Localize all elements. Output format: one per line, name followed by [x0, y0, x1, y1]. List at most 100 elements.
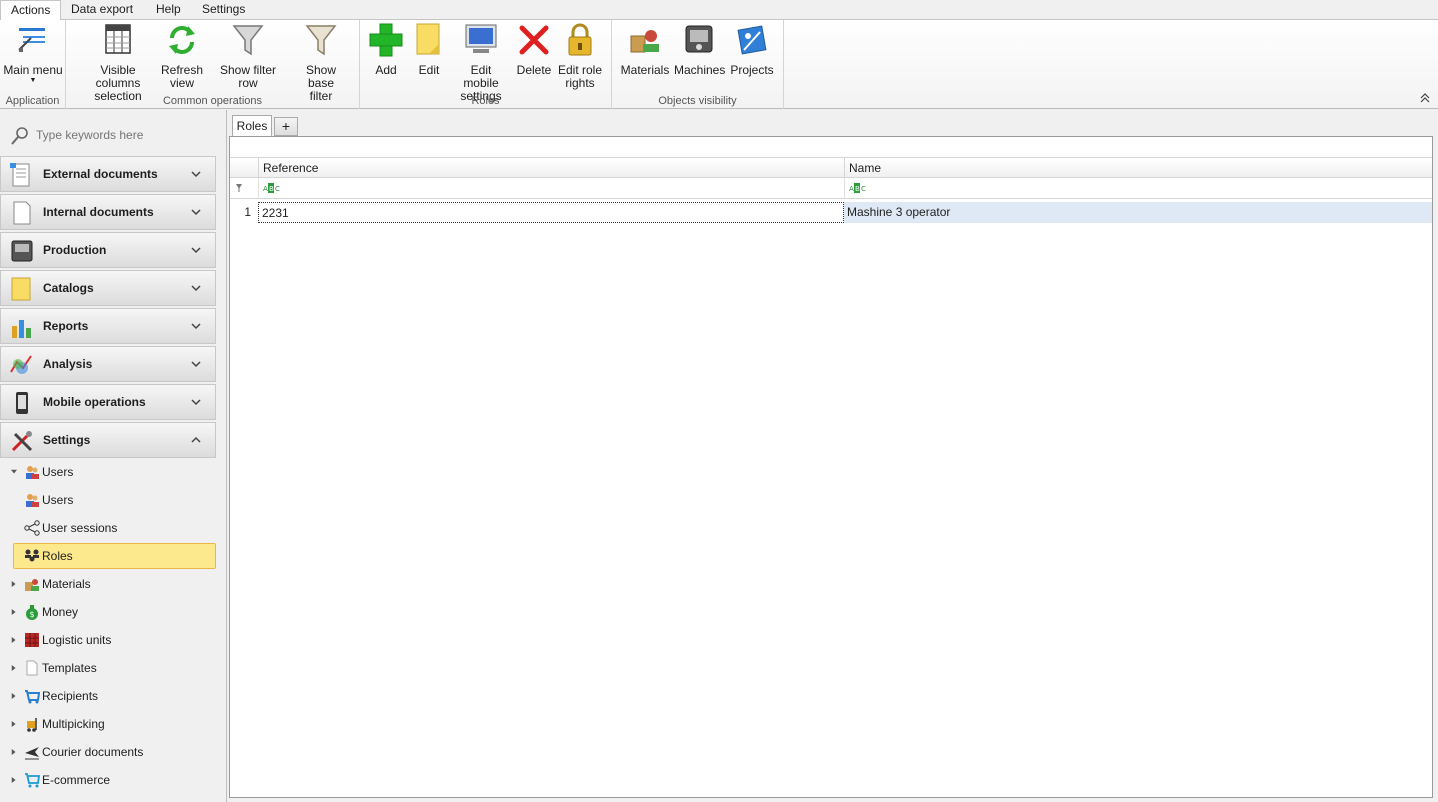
column-header-name[interactable]: Name	[844, 158, 1432, 178]
tree-item-materials[interactable]: Materials	[0, 571, 216, 597]
tree-item-e-commerce[interactable]: E-commerce	[0, 767, 216, 793]
visible-columns-label-line1: Visible columns	[95, 63, 141, 90]
table-columns-icon	[105, 24, 131, 54]
collapsed-arrow-icon[interactable]	[11, 748, 17, 756]
edit-mobile-settings-button[interactable]: Edit mobile settings	[452, 22, 510, 103]
machines-button[interactable]: Machines	[674, 22, 726, 77]
visible-columns-selection-button[interactable]: Visible columns selection	[80, 22, 156, 103]
projects-button[interactable]: Projects	[728, 22, 776, 77]
cell-name[interactable]: Mashine 3 operator	[844, 202, 1432, 223]
tree-item-label: Users	[42, 493, 74, 507]
tree-item-logistic-units[interactable]: Logistic units	[0, 627, 216, 653]
show-base-filter-button[interactable]: Show base filter	[292, 22, 350, 103]
tree-item-label: Users	[42, 465, 74, 479]
add-button[interactable]: Add	[366, 22, 406, 77]
tab-roles[interactable]: Roles	[232, 115, 272, 137]
svg-text:$: $	[29, 610, 34, 619]
collapsed-arrow-icon[interactable]	[11, 776, 17, 784]
collapsed-arrow-icon[interactable]	[11, 720, 17, 728]
nav-section-mobile-operations[interactable]: Mobile operations	[0, 384, 216, 420]
sidebar: External documents Internal documents Pr…	[0, 110, 227, 802]
base-filter-icon	[305, 25, 337, 56]
show-filter-row-button[interactable]: Show filter row	[210, 22, 286, 90]
collapsed-arrow-icon[interactable]	[11, 636, 17, 644]
table-row[interactable]: 1 2231 Mashine 3 operator	[230, 202, 1432, 223]
tree-item-users[interactable]: Users	[0, 487, 216, 513]
delete-label: Delete	[516, 63, 552, 77]
tree-item-label: User sessions	[42, 521, 118, 535]
tab-settings[interactable]: Settings	[192, 0, 255, 20]
ribbon-group-application: Main menu ▼ Application	[0, 20, 66, 109]
refresh-view-button[interactable]: Refresh view	[160, 22, 204, 90]
collapse-ribbon-icon[interactable]	[1420, 93, 1430, 103]
tree-item-roles[interactable]: Roles	[13, 543, 216, 569]
settings-icon	[11, 431, 33, 452]
tree-item-user-sessions[interactable]: User sessions	[0, 515, 216, 541]
ribbon-group-label: Application	[5, 95, 60, 107]
tree-item-users-group[interactable]: Users	[0, 459, 216, 485]
collapsed-arrow-icon[interactable]	[11, 692, 17, 700]
tree-item-label: Multipicking	[42, 717, 105, 731]
nav-section-reports[interactable]: Reports	[0, 308, 216, 344]
ribbon: Main menu ▼ Application Visible columns …	[0, 20, 1438, 109]
main-menu-button[interactable]: Main menu ▼	[2, 22, 64, 85]
chevron-down-icon	[191, 361, 201, 368]
edit-role-rights-button[interactable]: Edit role rights	[556, 22, 604, 90]
collapsed-arrow-icon[interactable]	[11, 608, 17, 616]
tree-item-label: Templates	[42, 661, 97, 675]
template-document-icon	[26, 660, 38, 676]
column-header-reference[interactable]: Reference	[258, 158, 844, 178]
roles-grid: Reference Name A B C A B C 1 2231 Mashin…	[229, 136, 1433, 798]
delete-icon	[519, 25, 549, 55]
filter-cell-name[interactable]: A B C	[844, 178, 1432, 198]
nav-section-catalogs[interactable]: Catalogs	[0, 270, 216, 306]
text-filter-icon: A B C	[849, 183, 866, 193]
tab-actions[interactable]: Actions	[0, 0, 62, 21]
search-box[interactable]	[8, 124, 218, 146]
logistic-units-icon	[25, 633, 39, 647]
tree-item-multipicking[interactable]: Multipicking	[0, 711, 216, 737]
nav-section-settings[interactable]: Settings	[0, 422, 216, 458]
tab-data-export[interactable]: Data export	[61, 0, 143, 20]
ribbon-group-label: Objects visibility	[658, 95, 737, 107]
search-input[interactable]	[36, 126, 216, 144]
svg-text:A: A	[263, 185, 268, 193]
edit-mobile-label-line1: Edit mobile	[463, 63, 499, 90]
tab-help[interactable]: Help	[146, 0, 191, 20]
show-base-filter-label-line1: Show base	[305, 63, 337, 90]
ribbon-group-label: Common operations	[162, 95, 263, 107]
show-filter-row-label: Show filter row	[219, 63, 277, 90]
tree-item-label: Recipients	[42, 689, 99, 703]
filter-pin-icon	[236, 184, 242, 192]
cell-reference[interactable]: 2231	[258, 202, 844, 223]
nav-section-internal-documents[interactable]: Internal documents	[0, 194, 216, 230]
nav-section-external-documents[interactable]: External documents	[0, 156, 216, 192]
chevron-up-icon	[191, 436, 201, 443]
filter-cell-reference[interactable]: A B C	[258, 178, 844, 198]
add-icon	[369, 23, 403, 57]
collapsed-arrow-icon[interactable]	[11, 580, 17, 588]
edit-button[interactable]: Edit	[410, 22, 448, 77]
tree-item-recipients[interactable]: Recipients	[0, 683, 216, 709]
svg-text:B: B	[269, 185, 274, 193]
edit-rights-label-line2: rights	[565, 76, 595, 90]
tree-item-money[interactable]: $ Money	[0, 599, 216, 625]
tree-item-templates[interactable]: Templates	[0, 655, 216, 681]
collapsed-arrow-icon[interactable]	[11, 664, 17, 672]
delete-button[interactable]: Delete	[514, 22, 554, 77]
tree-item-label: E-commerce	[42, 773, 111, 787]
production-icon	[11, 240, 33, 262]
chevron-down-icon	[191, 399, 201, 406]
nav-section-analysis[interactable]: Analysis	[0, 346, 216, 382]
refresh-icon	[169, 26, 195, 54]
add-tab-button[interactable]: +	[274, 117, 298, 136]
expanded-arrow-icon[interactable]	[11, 468, 17, 476]
machines-label: Machines	[674, 63, 726, 77]
recipients-icon	[25, 690, 40, 704]
nav-section-production[interactable]: Production	[0, 232, 216, 268]
materials-button[interactable]: Materials	[620, 22, 670, 77]
tree-item-courier-documents[interactable]: Courier documents	[0, 739, 216, 765]
ribbon-group-objects-visibility: Materials Machines Projects Objects visi…	[612, 20, 784, 109]
grid-header-row: Reference Name	[230, 157, 1432, 178]
nav-section-label: Production	[43, 243, 107, 257]
